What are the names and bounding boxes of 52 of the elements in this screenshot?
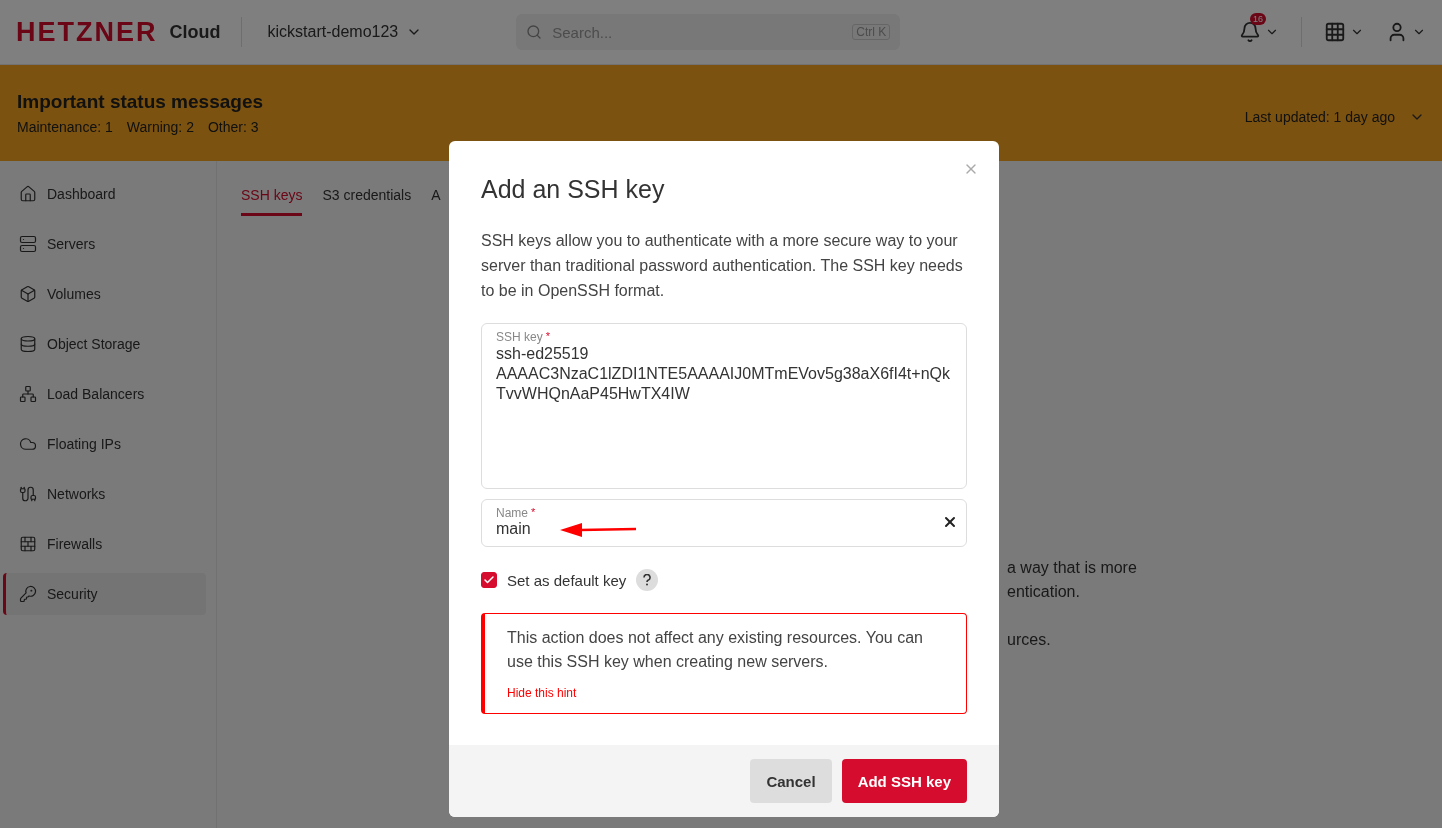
sidebar-item[interactable]: Security bbox=[3, 573, 206, 615]
background-text: a way that is more bbox=[1007, 558, 1138, 578]
tab[interactable]: A bbox=[431, 187, 441, 216]
search-icon bbox=[526, 24, 543, 40]
tab[interactable]: S3 credentials bbox=[322, 187, 412, 216]
status-count: Maintenance: 1 bbox=[17, 119, 113, 135]
dialog-description: SSH keys allow you to authenticate with a more secure way to your server than traditional password authentication. The SSH key needs to be in OpenSSH format. bbox=[481, 231, 964, 301]
cable-icon bbox=[19, 485, 37, 503]
hint-text: This action does not affect any existing resources. You can use this SSH key when creating new servers. bbox=[507, 628, 924, 672]
status-count: Other: 3 bbox=[207, 119, 259, 135]
sidebar-item[interactable]: Floating IPs bbox=[3, 423, 206, 465]
grid-icon bbox=[1324, 21, 1346, 43]
sidebar-item[interactable]: Networks bbox=[3, 473, 206, 515]
cube-icon bbox=[19, 285, 37, 303]
check-icon bbox=[483, 574, 495, 586]
sidebar-item[interactable]: Load Balancers bbox=[3, 373, 206, 415]
help-icon[interactable] bbox=[636, 569, 659, 591]
sidebar-item[interactable]: Object Storage bbox=[3, 323, 206, 365]
cloud-icon bbox=[19, 435, 37, 453]
network-icon bbox=[19, 385, 37, 403]
tab[interactable]: SSH keys bbox=[241, 187, 303, 216]
clear-button[interactable] bbox=[942, 514, 958, 530]
checkbox[interactable] bbox=[481, 572, 497, 588]
clear-icon bbox=[942, 514, 958, 530]
project-selector[interactable]: kickstart-demo123 bbox=[261, 22, 429, 42]
notifications-button[interactable] bbox=[1239, 21, 1279, 43]
brick-wall-icon bbox=[19, 535, 37, 553]
name-field[interactable]: Name * main bbox=[481, 499, 967, 547]
checkbox-label: Set as default key bbox=[507, 571, 627, 589]
sidebar-item[interactable]: Volumes bbox=[3, 273, 206, 315]
key-icon bbox=[19, 585, 37, 603]
add-ssh-key-button[interactable]: Add SSH key bbox=[841, 759, 967, 803]
background-text: urces. bbox=[1007, 630, 1052, 650]
background-text: entication. bbox=[1007, 582, 1081, 602]
bell-icon bbox=[1239, 21, 1261, 43]
product-name: Cloud bbox=[169, 17, 242, 47]
hide-hint-link[interactable]: Hide this hint bbox=[507, 686, 577, 700]
banner-title: Important status messages bbox=[17, 91, 264, 113]
ssh-key-field[interactable]: SSH key * ssh-ed25519 AAAAC3NzaC1lZDI1NTE5AAAAIJ0MTmEVov5g38aX6fI4t+nQkTvvWHQnAaP45HwTX4IW bbox=[481, 323, 967, 489]
apps-button[interactable] bbox=[1324, 21, 1364, 43]
server-icon bbox=[19, 235, 37, 253]
sidebar-item[interactable]: Servers bbox=[3, 223, 206, 265]
house-icon bbox=[19, 185, 37, 203]
sidebar-item[interactable]: Dashboard bbox=[3, 173, 206, 215]
sidebar-item[interactable]: Firewalls bbox=[3, 523, 206, 565]
cancel-button[interactable]: Cancel bbox=[750, 759, 832, 803]
database-icon bbox=[19, 335, 37, 353]
logo: HETZNER bbox=[16, 16, 158, 48]
notification-count: 16 bbox=[1250, 13, 1266, 25]
last-updated: Last updated: 1 day ago bbox=[1244, 109, 1395, 125]
status-count: Warning: 2 bbox=[126, 119, 194, 135]
dialog-title: Add an SSH key bbox=[481, 175, 666, 204]
